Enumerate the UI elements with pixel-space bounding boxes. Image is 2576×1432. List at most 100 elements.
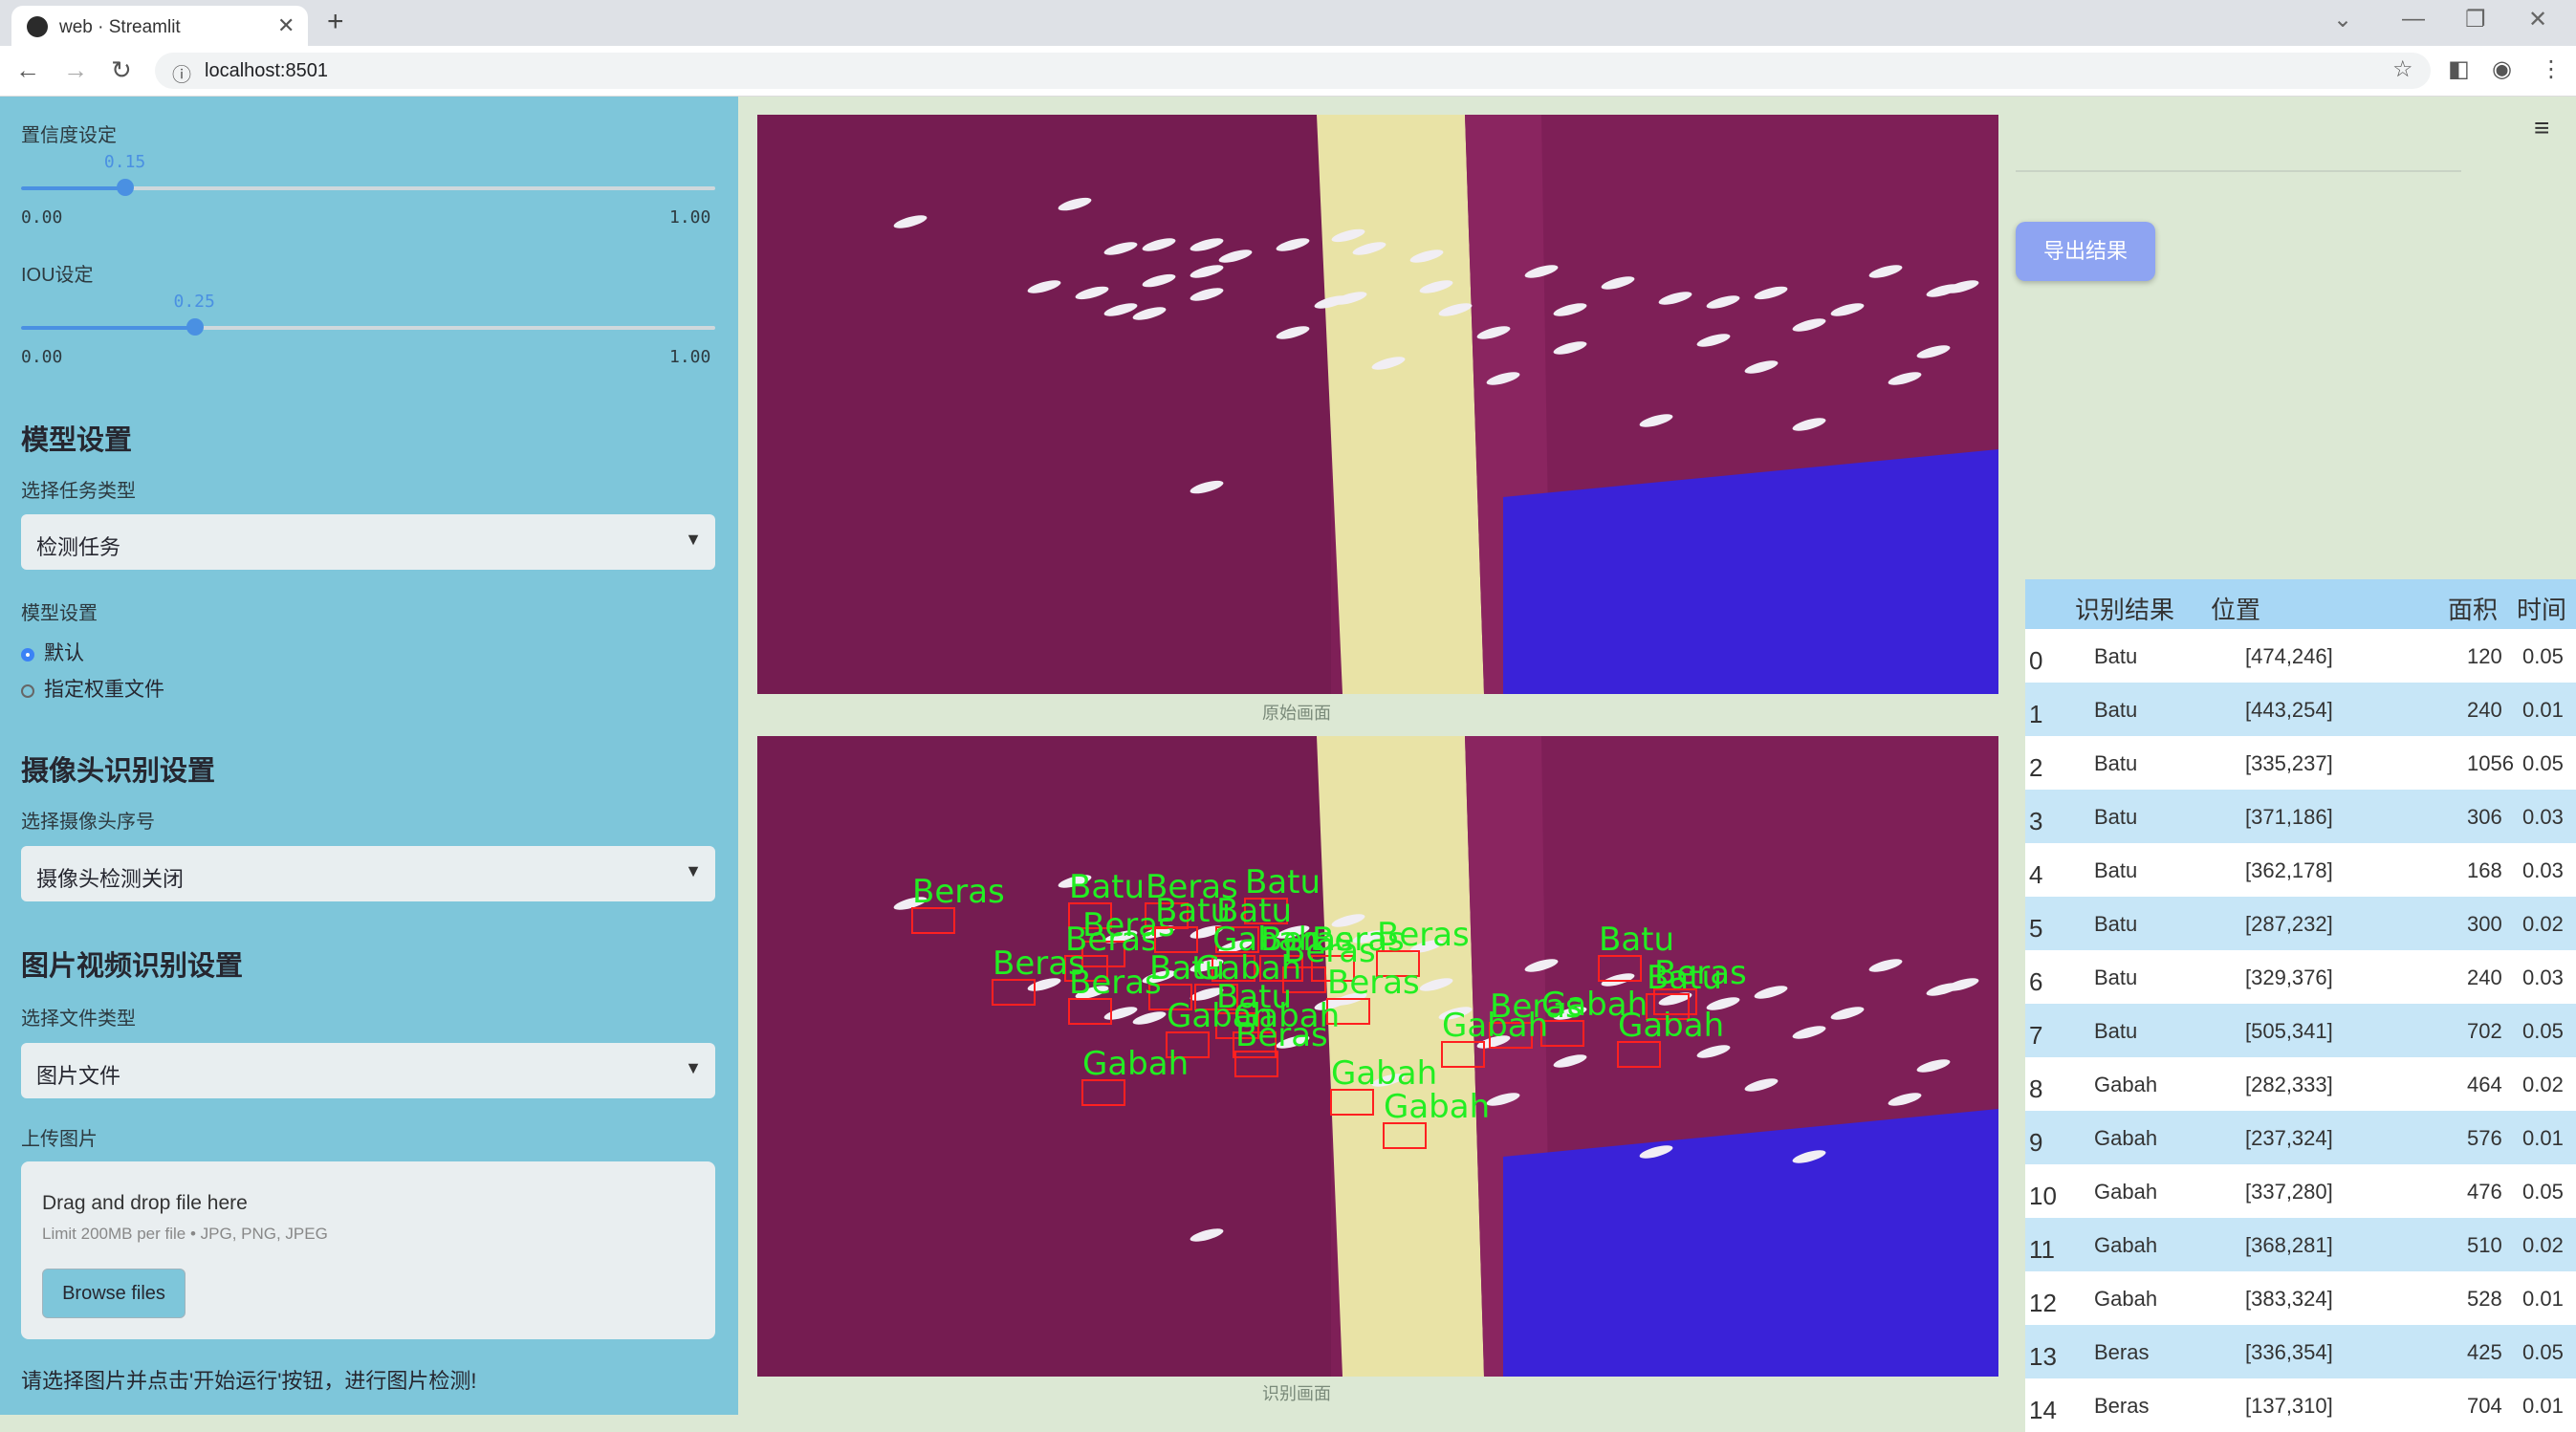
radio-default[interactable]: 默认 (21, 638, 84, 666)
radio-custom-label: 指定权重文件 (44, 679, 164, 701)
tab-search-icon[interactable]: ⌄ (2333, 6, 2352, 33)
restore-icon[interactable]: ❐ (2465, 6, 2486, 33)
row-position: [371,186] (2245, 805, 2333, 829)
row-index: 4 (2029, 860, 2043, 889)
row-area: 464 (2467, 1073, 2502, 1096)
row-class: Gabah (2094, 1287, 2158, 1311)
radio-selected-icon (21, 648, 34, 662)
radio-default-label: 默认 (44, 642, 84, 664)
camera-index-value: 摄像头检测关闭 (36, 867, 185, 891)
confidence-slider[interactable] (21, 179, 715, 196)
upload-label: 上传图片 (21, 1129, 98, 1150)
row-time: 0.03 (2522, 858, 2564, 882)
model-label: 模型设置 (21, 603, 98, 624)
row-area: 240 (2467, 966, 2502, 989)
row-class: Beras (2094, 1394, 2150, 1418)
side-panel-icon[interactable]: ◧ (2448, 55, 2470, 83)
row-area: 510 (2467, 1233, 2502, 1257)
browse-files-button[interactable]: Browse files (42, 1269, 186, 1318)
camera-index-label: 选择摄像头序号 (21, 812, 155, 833)
iou-label: IOU设定 (21, 265, 94, 286)
url-field[interactable]: ⓘ localhost:8501 (155, 53, 2431, 89)
row-index: 14 (2029, 1396, 2057, 1424)
menu-dots-icon[interactable]: ⋮ (2540, 55, 2563, 83)
table-row: 1 Batu [443,254] 240 0.01 (2025, 683, 2576, 736)
row-class: Beras (2094, 1340, 2150, 1364)
row-time: 0.02 (2522, 1073, 2564, 1096)
chevron-down-icon: ▼ (685, 1058, 702, 1077)
header-time: 时间 (2517, 596, 2567, 624)
row-index: 5 (2029, 914, 2043, 943)
row-index: 2 (2029, 753, 2043, 782)
row-class: Batu (2094, 805, 2138, 829)
row-index: 9 (2029, 1128, 2043, 1157)
camera-settings-header: 摄像头识别设置 (21, 756, 216, 787)
table-row: 6 Batu [329,376] 240 0.03 (2025, 950, 2576, 1004)
site-info-icon[interactable]: ⓘ (172, 59, 191, 87)
profile-icon[interactable]: ◉ (2492, 55, 2512, 83)
instruction-text: 请选择图片并点击'开始运行'按钮，进行图片检测! (21, 1369, 477, 1393)
forward-icon[interactable]: → (63, 55, 88, 85)
camera-index-select[interactable]: 摄像头检测关闭 ▼ (21, 846, 715, 901)
row-area: 240 (2467, 698, 2502, 722)
row-class: Batu (2094, 698, 2138, 722)
detection-label: Gabah (1384, 1088, 1490, 1126)
confidence-value: 0.15 (103, 152, 146, 172)
row-index: 3 (2029, 807, 2043, 835)
dropzone-limit: Limit 200MB per file • JPG, PNG, JPEG (42, 1225, 328, 1243)
row-position: [335,237] (2245, 751, 2333, 775)
detection-label: Gabah (1618, 1007, 1724, 1045)
row-area: 425 (2467, 1340, 2502, 1364)
back-icon[interactable]: ← (15, 55, 40, 85)
row-time: 0.05 (2522, 751, 2564, 775)
row-area: 306 (2467, 805, 2502, 829)
confidence-slider-thumb[interactable] (116, 179, 134, 196)
detection-label: Gabah (1331, 1054, 1437, 1093)
row-area: 168 (2467, 858, 2502, 882)
iou-slider-thumb[interactable] (186, 318, 204, 336)
export-results-button[interactable]: 导出结果 (2016, 222, 2155, 281)
detection-label: Beras (1327, 964, 1420, 1002)
iou-slider[interactable] (21, 318, 715, 336)
row-time: 0.05 (2522, 1180, 2564, 1204)
new-tab-icon[interactable]: + (327, 6, 344, 38)
table-row: 4 Batu [362,178] 168 0.03 (2025, 843, 2576, 897)
window-close-icon[interactable]: ✕ (2528, 6, 2547, 33)
detection-label: Beras (1235, 1016, 1328, 1054)
sidebar: 置信度设定 0.15 0.00 1.00 IOU设定 0.25 0.00 1.0… (0, 97, 738, 1415)
file-type-select[interactable]: 图片文件 ▼ (21, 1043, 715, 1098)
row-position: [287,232] (2245, 912, 2333, 936)
row-position: [336,354] (2245, 1340, 2333, 1364)
row-index: 13 (2029, 1342, 2057, 1371)
row-index: 7 (2029, 1021, 2043, 1050)
address-bar: ← → ↻ ⓘ localhost:8501 ☆ ◧ ◉ ⋮ (0, 46, 2576, 97)
close-tab-icon[interactable]: ✕ (277, 13, 295, 38)
hamburger-menu-icon[interactable]: ≡ (2534, 113, 2549, 143)
radio-custom-weights[interactable]: 指定权重文件 (21, 674, 164, 703)
detection-label: Beras (912, 873, 1005, 911)
row-position: [282,333] (2245, 1073, 2333, 1096)
row-index: 8 (2029, 1074, 2043, 1103)
bookmark-star-icon[interactable]: ☆ (2392, 55, 2413, 83)
table-row: 14 Beras [137,310] 704 0.01 (2025, 1378, 2576, 1432)
row-time: 0.01 (2522, 1126, 2564, 1150)
original-caption: 原始画面 (1262, 704, 1331, 723)
row-position: [137,310] (2245, 1394, 2333, 1418)
detection-label: Beras (1069, 964, 1162, 1002)
task-type-select[interactable]: 检测任务 ▼ (21, 514, 715, 570)
minimize-icon[interactable]: — (2402, 6, 2425, 33)
browser-tab-bar: web · Streamlit ✕ + ⌄ — ❐ ✕ (0, 0, 2576, 46)
browser-tab[interactable]: web · Streamlit ✕ (11, 6, 308, 46)
iou-slider-fill (21, 326, 195, 330)
file-type-value: 图片文件 (36, 1064, 121, 1088)
row-time: 0.02 (2522, 912, 2564, 936)
table-row: 7 Batu [505,341] 702 0.05 (2025, 1004, 2576, 1057)
file-uploader-dropzone[interactable]: Drag and drop file here Limit 200MB per … (21, 1161, 715, 1339)
chevron-down-icon: ▼ (685, 530, 702, 549)
streamlit-favicon-icon (27, 16, 48, 37)
reload-icon[interactable]: ↻ (111, 55, 132, 85)
row-position: [337,280] (2245, 1180, 2333, 1204)
row-index: 11 (2029, 1235, 2055, 1264)
row-area: 576 (2467, 1126, 2502, 1150)
iou-max: 1.00 (669, 347, 711, 367)
